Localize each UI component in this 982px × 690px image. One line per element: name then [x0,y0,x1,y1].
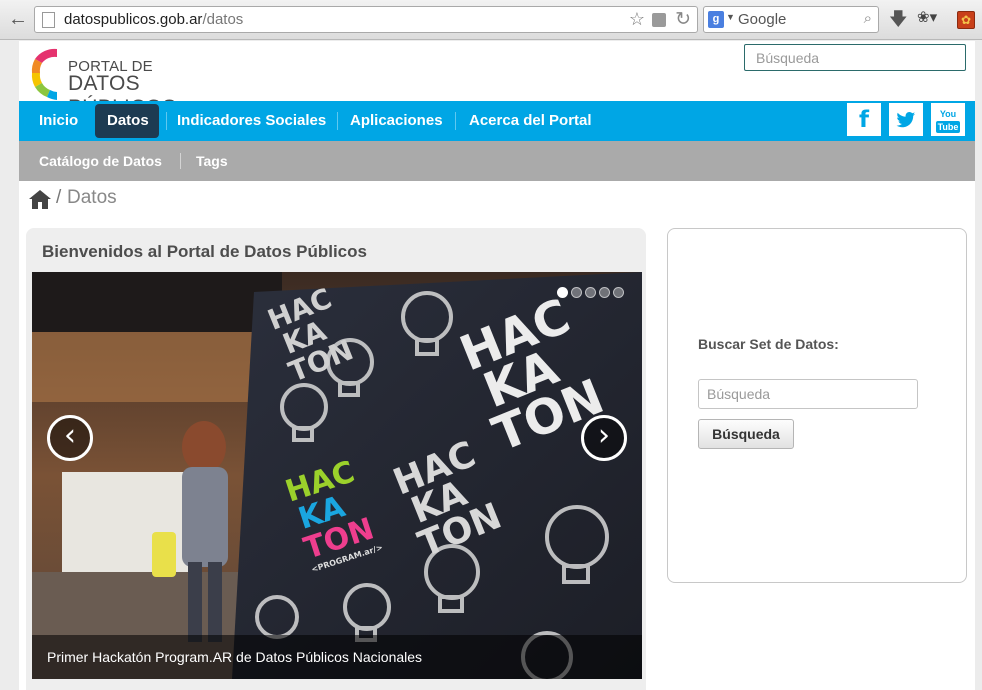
home-icon[interactable] [29,190,51,209]
main-nav: Inicio Datos Indicadores Sociales Aplica… [19,101,975,141]
browser-toolbar: ← datospublicos.gob.ar/datos ☆ ↻ g ▼ Goo… [0,0,982,40]
nav-divider [166,112,167,130]
carousel-dot-1[interactable] [557,287,568,298]
carousel-dot-5[interactable] [613,287,624,298]
nav-item-indicadores[interactable]: Indicadores Sociales [177,101,326,141]
carousel-dot-3[interactable] [585,287,596,298]
nav-item-aplicaciones[interactable]: Aplicaciones [350,101,443,141]
feed-icon[interactable] [652,13,666,27]
twitter-icon[interactable] [889,103,923,136]
site-logo[interactable]: PORTAL DE DATOS PÚBLICOS [31,45,231,119]
bookmark-star-icon[interactable]: ☆ [629,9,645,30]
subnav-item-tags[interactable]: Tags [196,141,228,181]
image-carousel[interactable]: HAC KA TON HAC KA TON HAC KA TON <PROGRA… [32,272,642,679]
download-icon[interactable]: 🡇 [889,7,908,37]
addon-bug-icon[interactable]: ❀▾ [917,8,937,26]
addon-icon[interactable]: ✿ [957,11,975,29]
site-search-input[interactable] [744,44,966,71]
sub-nav: Catálogo de Datos Tags [19,141,975,181]
back-arrow-icon[interactable]: ← [6,8,30,30]
carousel-dot-2[interactable] [571,287,582,298]
carousel-caption-text: Primer Hackatón Program.AR de Datos Públ… [47,649,423,665]
logo-mark-icon [31,48,57,100]
subnav-divider [180,153,181,169]
url-text: datospublicos.gob.ar/datos [64,11,244,28]
magnifier-icon[interactable]: ⌕ [864,10,872,27]
welcome-title: Bienvenidos al Portal de Datos Públicos [42,242,367,261]
google-icon[interactable]: g [708,11,724,28]
address-bar[interactable]: datospublicos.gob.ar/datos ☆ ↻ [34,6,698,33]
nav-item-inicio[interactable]: Inicio [39,101,78,141]
welcome-panel: Bienvenidos al Portal de Datos Públicos [26,228,646,690]
youtube-icon[interactable]: You Tube [931,103,965,136]
dataset-search-panel: Buscar Set de Datos: Búsqueda [667,228,967,583]
chevron-down-icon[interactable]: ▼ [726,12,735,22]
breadcrumb-current: Datos [67,187,117,208]
breadcrumb-separator: / [56,187,62,208]
page: PORTAL DE DATOS PÚBLICOS Inicio Datos In… [19,41,975,690]
carousel-photo: HAC KA TON HAC KA TON HAC KA TON <PROGRA… [32,272,642,679]
nav-divider [337,112,338,130]
nav-item-datos[interactable]: Datos [107,101,149,141]
carousel-caption: Primer Hackatón Program.AR de Datos Públ… [32,635,642,679]
nav-item-acerca[interactable]: Acerca del Portal [469,101,592,141]
facebook-icon[interactable]: f [847,103,881,136]
page-icon [42,12,55,28]
subnav-item-catalogo[interactable]: Catálogo de Datos [39,141,162,181]
carousel-next-icon[interactable]: › [581,415,627,461]
dataset-search-input[interactable] [698,379,918,409]
browser-search-box[interactable]: g ▼ Google ⌕ [703,6,879,33]
carousel-prev-icon[interactable]: ‹ [47,415,93,461]
reload-icon[interactable]: ↻ [675,8,691,31]
dataset-search-button[interactable]: Búsqueda [698,419,794,449]
dataset-search-label: Buscar Set de Datos: [698,336,839,352]
nav-divider [455,112,456,130]
carousel-dot-4[interactable] [599,287,610,298]
search-engine-label: Google [738,11,787,28]
